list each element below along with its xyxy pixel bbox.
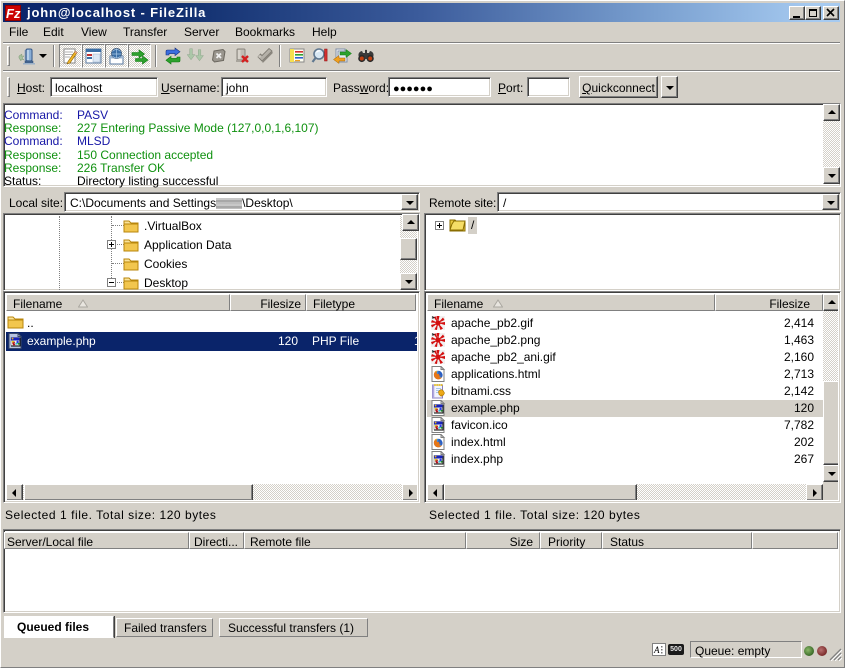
svg-text:A: A (653, 645, 660, 655)
